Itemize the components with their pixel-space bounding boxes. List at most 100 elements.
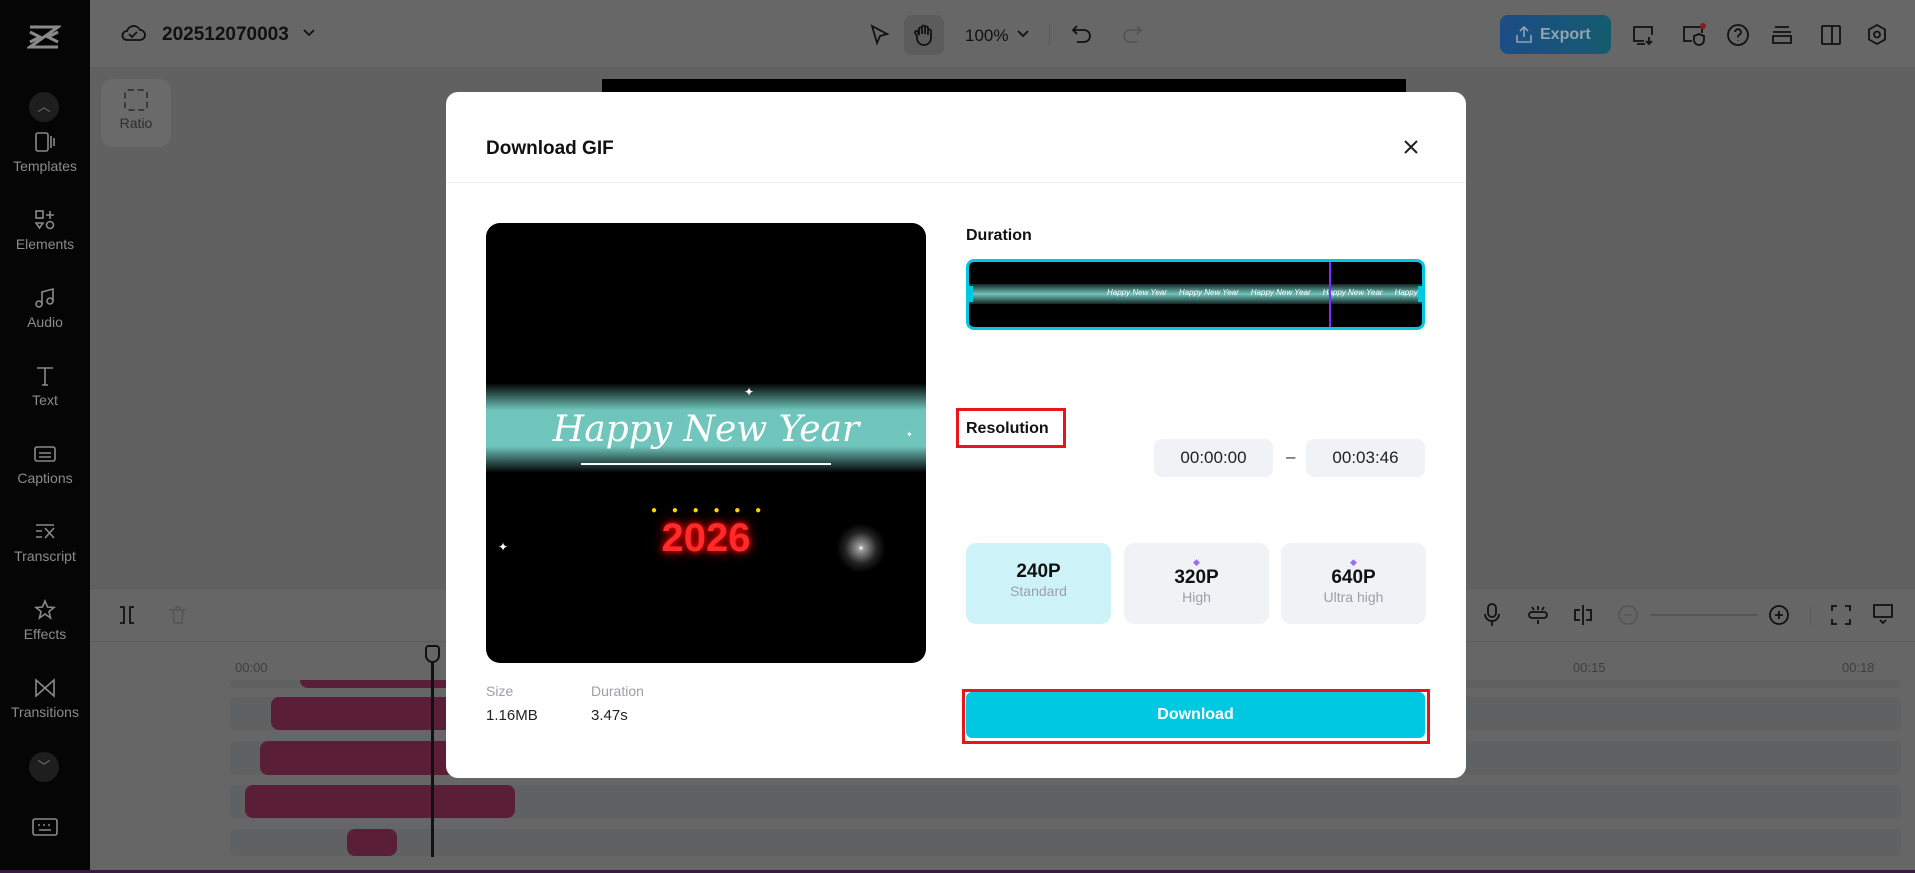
start-time-input[interactable]: 00:00:00 (1154, 439, 1273, 477)
scroll-down-button[interactable]: ﹀ (29, 752, 59, 782)
sidebar-item-audio[interactable]: Audio (0, 286, 90, 330)
sidebar-item-label: Effects (23, 626, 67, 642)
underline (581, 463, 831, 465)
templates-icon (35, 132, 55, 152)
playhead[interactable] (425, 645, 440, 857)
sidebar-item-label: Templates (13, 158, 77, 174)
premium-diamond-icon: ◆ (1350, 557, 1357, 567)
redo-icon[interactable] (1121, 24, 1143, 44)
sidebar-item-label: Transcript (14, 548, 76, 564)
zoom-slider[interactable] (1651, 614, 1757, 616)
preview-title-text: Happy New Year (552, 409, 860, 450)
panel-layout-icon[interactable] (1820, 24, 1842, 46)
hand-icon (914, 24, 932, 46)
capcut-logo-icon (27, 25, 61, 49)
dialog-title: Download GIF (486, 138, 614, 159)
ruler-label: 00:00 (235, 660, 268, 675)
track[interactable] (230, 829, 1901, 856)
monitor-download-icon[interactable] (1631, 24, 1655, 46)
resolution-option-240p[interactable]: 240P Standard (966, 543, 1111, 624)
music-note-icon (35, 287, 54, 308)
export-button[interactable]: Export (1500, 15, 1611, 54)
preview-monitor-icon[interactable] (1872, 603, 1894, 625)
hand-tool-button[interactable] (904, 15, 944, 55)
frame-text: Happy New Year (1250, 288, 1311, 297)
text-icon (37, 367, 53, 386)
auto-snap-icon[interactable] (1527, 604, 1549, 626)
zoom-chevron-icon[interactable] (1017, 30, 1029, 38)
zoom-out-icon[interactable] (1618, 605, 1638, 625)
track[interactable] (230, 785, 1901, 818)
settings-icon[interactable] (1866, 23, 1888, 47)
transitions-icon (35, 678, 55, 698)
microphone-icon[interactable] (1483, 603, 1501, 627)
clip[interactable] (347, 829, 397, 856)
sidebar-item-transcript[interactable]: Transcript (0, 520, 90, 564)
ratio-button[interactable]: Ratio (101, 79, 171, 147)
duration-label: Duration (966, 227, 1032, 244)
sparkle-icon: ✦ (906, 430, 913, 439)
upload-icon (1516, 26, 1532, 43)
layers-icon[interactable] (1771, 24, 1793, 46)
delete-icon[interactable] (169, 605, 187, 625)
sidebar-item-label: Elements (15, 236, 75, 252)
sidebar-item-captions[interactable]: Captions (0, 442, 90, 486)
time-range-dash: – (1286, 447, 1296, 466)
resolution-value: 640P (1331, 567, 1376, 588)
export-label: Export (1540, 26, 1591, 43)
resolution-option-320p[interactable]: ◆ 320P High (1124, 543, 1269, 624)
download-gif-dialog: Download GIF Happy New Year 2026 ● ● ● ●… (446, 92, 1466, 778)
gif-preview: Happy New Year 2026 ● ● ● ● ● ● ✦ ✦ ✦ (486, 223, 926, 663)
align-split-icon[interactable] (1573, 604, 1593, 626)
trim-handle-right[interactable] (1418, 286, 1422, 302)
download-button[interactable]: Download (966, 692, 1425, 738)
undo-icon[interactable] (1071, 24, 1093, 44)
left-sidebar: ︿ Templates Elements Audio Text Captions… (0, 0, 90, 873)
sidebar-item-label: Text (32, 392, 58, 408)
size-label: Size (486, 683, 514, 699)
duration-info-label: Duration (591, 683, 644, 699)
sidebar-item-text[interactable]: Text (0, 364, 90, 408)
keyboard-icon[interactable] (32, 817, 58, 837)
sidebar-item-templates[interactable]: Templates (0, 130, 90, 174)
resolution-value: 320P (1174, 567, 1219, 588)
starburst (836, 523, 886, 573)
divider (1810, 607, 1811, 625)
sidebar-item-transitions[interactable]: Transitions (0, 676, 90, 720)
ruler-label: 00:18 (1842, 660, 1875, 675)
divider (446, 182, 1466, 183)
help-icon[interactable] (1726, 23, 1750, 47)
clip[interactable] (245, 785, 515, 818)
frame-text: Happy New Year (1322, 288, 1383, 297)
sparkle-icon: ✦ (744, 385, 755, 399)
strip-playhead[interactable] (1329, 262, 1331, 327)
sidebar-item-label: Captions (17, 470, 73, 486)
ratio-icon (124, 89, 148, 111)
strip-frames: Happy New Year Happy New Year Happy New Ye… (1107, 288, 1422, 297)
pointer-tool-icon[interactable] (869, 24, 889, 46)
sidebar-item-effects[interactable]: Effects (0, 598, 90, 642)
size-value: 1.16MB (486, 707, 538, 724)
ratio-label: Ratio (119, 115, 153, 131)
chevron-down-icon[interactable] (302, 28, 316, 38)
project-title[interactable]: 202512070003 (162, 24, 289, 46)
elements-icon (34, 210, 55, 230)
security-shield-icon[interactable] (1681, 22, 1707, 48)
split-icon[interactable] (118, 605, 136, 625)
end-time-input[interactable]: 00:03:46 (1306, 439, 1425, 477)
close-icon[interactable] (1403, 139, 1419, 155)
sparkle-icon: ✦ (498, 540, 509, 554)
sidebar-item-label: Transitions (11, 704, 79, 720)
duration-trim-strip[interactable]: Happy New Year Happy New Year Happy New Ye… (966, 259, 1425, 330)
scroll-up-button[interactable]: ︿ (29, 92, 59, 122)
fullscreen-icon[interactable] (1831, 605, 1851, 625)
sidebar-item-elements[interactable]: Elements (0, 208, 90, 252)
lights-decoration: ● ● ● ● ● ● (651, 505, 768, 516)
zoom-in-icon[interactable] (1769, 605, 1789, 625)
effects-star-icon (33, 598, 57, 620)
resolution-option-640p[interactable]: ◆ 640P Ultra high (1281, 543, 1426, 624)
zoom-level[interactable]: 100% (965, 26, 1008, 46)
resolution-label: Resolution (966, 420, 1049, 437)
frame-text: Happy New Year (1107, 288, 1167, 297)
trim-handle-left[interactable] (969, 286, 973, 302)
